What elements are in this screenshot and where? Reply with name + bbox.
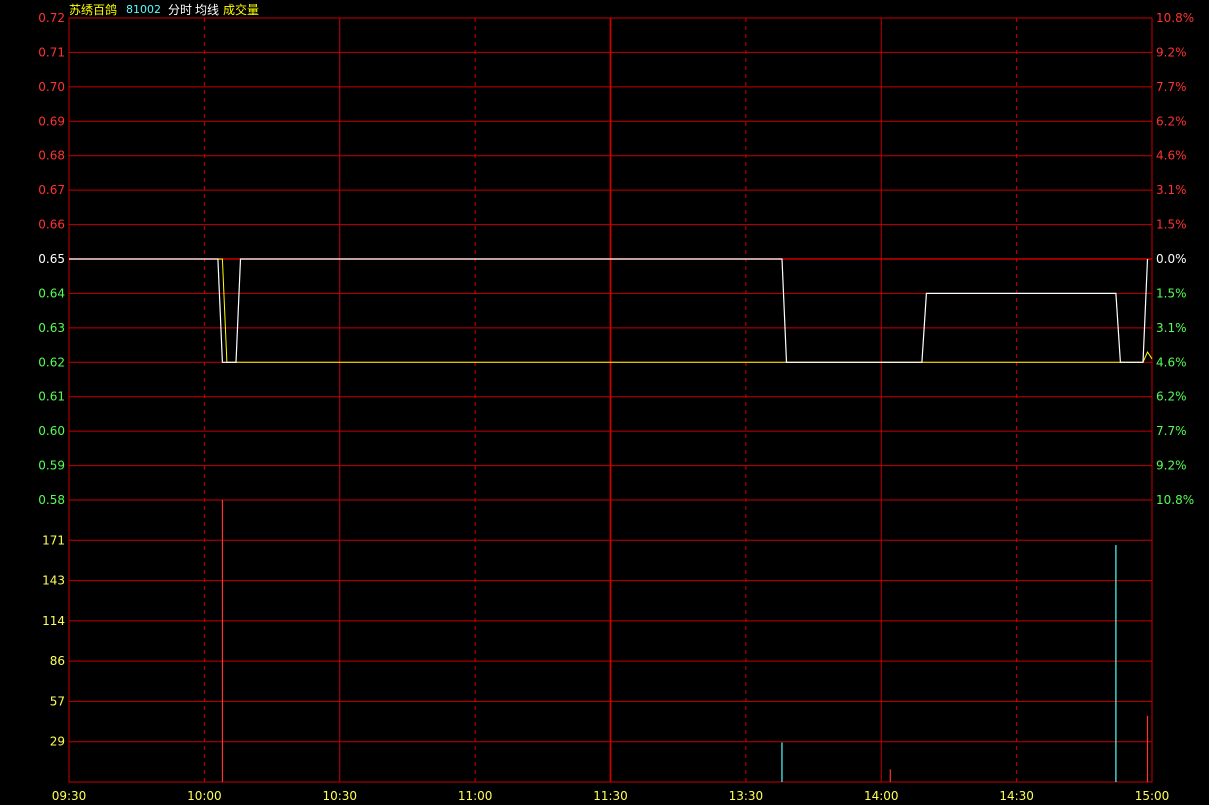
pct-tick-label: 6.2% xyxy=(1156,114,1187,128)
price-tick-label: 0.71 xyxy=(38,45,65,59)
volume-tick-label: 57 xyxy=(50,694,65,708)
time-tick-label: 14:00 xyxy=(864,789,899,803)
volume-tick-label: 143 xyxy=(42,574,65,588)
pct-tick-label: 9.2% xyxy=(1156,459,1187,473)
volume-tick-label: 29 xyxy=(50,735,65,749)
pct-tick-label: 10.8% xyxy=(1156,11,1194,25)
price-tick-label: 0.65 xyxy=(38,252,65,266)
pct-tick-label: 10.8% xyxy=(1156,493,1194,507)
volume-tick-label: 114 xyxy=(42,614,65,628)
time-tick-label: 11:30 xyxy=(593,789,628,803)
time-tick-label: 15:00 xyxy=(1135,789,1170,803)
pct-tick-label: 6.2% xyxy=(1156,390,1187,404)
price-line xyxy=(69,258,1149,363)
price-tick-label: 0.70 xyxy=(38,80,65,94)
stock-code: 81002 xyxy=(126,3,161,16)
volume-tick-label: 171 xyxy=(42,533,65,547)
chart-grid xyxy=(68,17,1153,783)
time-tick-label: 11:00 xyxy=(458,789,493,803)
label-fenshi: 分时 xyxy=(168,3,193,17)
price-tick-label: 0.63 xyxy=(38,321,65,335)
price-tick-label: 0.66 xyxy=(38,218,65,232)
price-tick-label: 0.59 xyxy=(38,459,65,473)
price-tick-label: 0.69 xyxy=(38,114,65,128)
stock-name: 苏绣百鸽 xyxy=(69,3,118,17)
price-tick-label: 0.72 xyxy=(38,11,65,25)
pct-tick-label: 7.7% xyxy=(1156,80,1187,94)
label-junxian: 均线 xyxy=(195,3,220,17)
intraday-chart: 0.72 10.8% 0.71 9.2% 0.70 7.7% 0.69 6.2% 0.68 4.6… xyxy=(38,11,1194,803)
pct-tick-label: 7.7% xyxy=(1156,424,1187,438)
pct-tick-label: 3.1% xyxy=(1156,183,1187,197)
price-tick-label: 0.68 xyxy=(38,149,65,163)
volume-bars xyxy=(221,500,1149,782)
price-tick-label: 0.62 xyxy=(38,355,65,369)
time-tick-label: 10:00 xyxy=(187,789,222,803)
time-tick-label: 14:30 xyxy=(999,789,1034,803)
time-tick-label: 10:30 xyxy=(322,789,357,803)
time-tick-label: 09:30 xyxy=(52,789,87,803)
price-tick-label: 0.64 xyxy=(38,286,65,300)
pct-tick-label: 3.1% xyxy=(1156,321,1187,335)
pct-tick-label: 1.5% xyxy=(1156,286,1187,300)
price-tick-label: 0.58 xyxy=(38,493,65,507)
pct-tick-label: 0.0% xyxy=(1156,252,1187,266)
axis-labels: 0.72 10.8% 0.71 9.2% 0.70 7.7% 0.69 6.2% 0.68 4.6… xyxy=(38,11,1194,803)
price-tick-label: 0.67 xyxy=(38,183,65,197)
price-tick-label: 0.61 xyxy=(38,390,65,404)
pct-tick-label: 1.5% xyxy=(1156,218,1187,232)
pct-tick-label: 4.6% xyxy=(1156,149,1187,163)
label-volume: 成交量 xyxy=(223,3,260,17)
pct-tick-label: 4.6% xyxy=(1156,355,1187,369)
volume-tick-label: 86 xyxy=(50,654,65,668)
price-tick-label: 0.60 xyxy=(38,424,65,438)
time-tick-label: 13:30 xyxy=(729,789,764,803)
pct-tick-label: 9.2% xyxy=(1156,45,1187,59)
